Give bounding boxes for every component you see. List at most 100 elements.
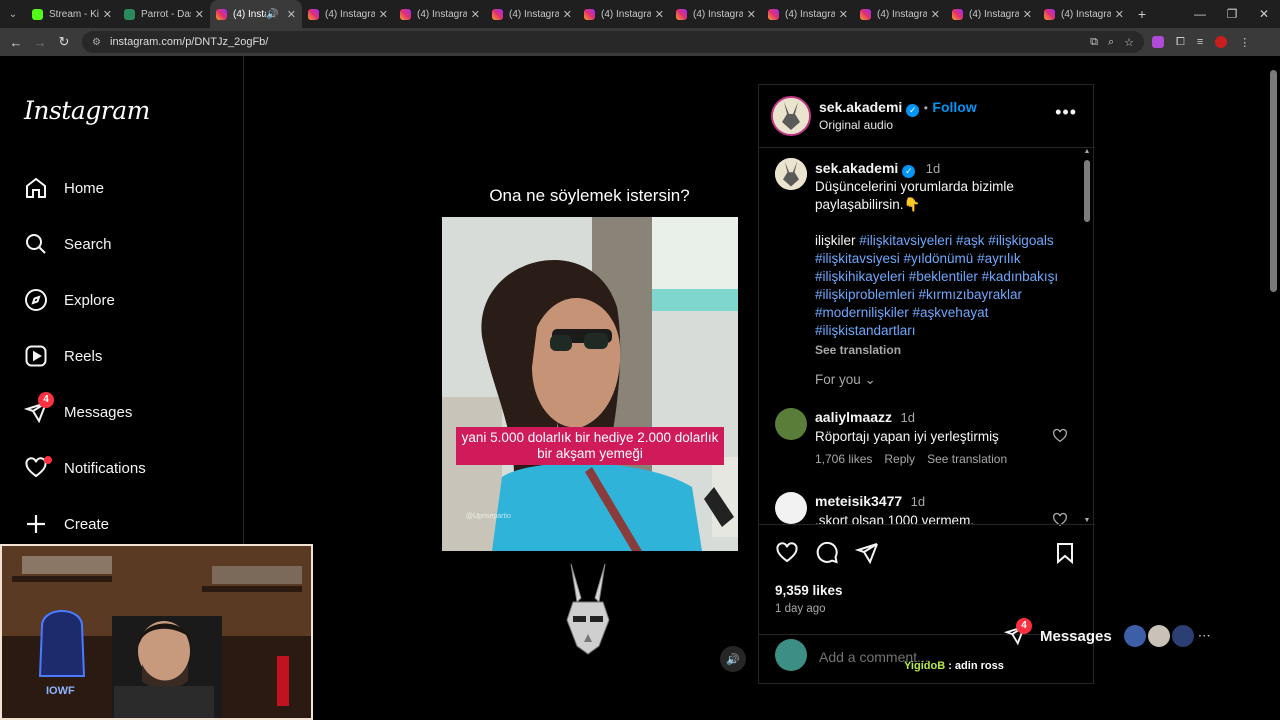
browser-tab-active[interactable]: (4) Instag 🔊 ✕ (210, 0, 302, 28)
page-scrollbar-thumb[interactable] (1270, 70, 1277, 292)
minimize-icon[interactable]: — (1184, 0, 1216, 28)
page-scrollbar[interactable] (1268, 56, 1280, 720)
post-header: sek.akademi ✓ • Follow Original audio ••• (759, 84, 1095, 148)
window-controls: — ❐ ✕ (1184, 0, 1280, 28)
comment-see-translation[interactable]: See translation (927, 452, 1007, 466)
close-icon[interactable]: ✕ (379, 8, 388, 21)
browser-tab[interactable]: (4) Instagram✕ (762, 0, 854, 28)
zoom-icon[interactable]: ⌕ (1108, 36, 1114, 49)
forward-icon[interactable]: → (28, 35, 52, 50)
scrollbar-thumb[interactable] (1084, 160, 1090, 222)
browser-tab-kick[interactable]: Stream - Kick ✕ (26, 0, 118, 28)
reel-video[interactable]: Ona ne söylemek istersin? yani 5.000 dol… (421, 84, 758, 684)
sidebar-item-home[interactable]: Home (24, 170, 104, 206)
close-icon[interactable]: ✕ (471, 8, 480, 21)
rabbit-logo-icon (566, 563, 610, 655)
extensions-puzzle-icon[interactable]: ⧠ (1176, 36, 1185, 49)
scroll-down-icon[interactable]: ▼ (1083, 517, 1091, 524)
extension-icon[interactable] (1152, 36, 1164, 48)
sidebar-item-notifications[interactable]: Notifications (24, 450, 146, 486)
post-likes-count[interactable]: 9,359 likes (775, 583, 843, 598)
sidebar-item-messages[interactable]: 4 Messages (24, 392, 133, 430)
close-window-icon[interactable]: ✕ (1248, 0, 1280, 28)
browser-tab[interactable]: (4) Instagram✕ (394, 0, 486, 28)
close-icon[interactable]: ✕ (931, 8, 940, 21)
comments-scrollbar[interactable]: ▲ ▼ (1083, 148, 1091, 524)
comment-username[interactable]: meteisik3477 (815, 493, 902, 509)
hashtag-list[interactable]: #ilişkitavsiyeleri #aşk #ilişkigoals #il… (815, 233, 1058, 338)
browser-menu-icon[interactable]: ⋮ (1239, 36, 1250, 49)
close-icon[interactable]: ✕ (195, 8, 204, 21)
for-you-dropdown[interactable]: For you ⌄ (815, 372, 876, 388)
browser-tab[interactable]: (4) Instagram✕ (946, 0, 1038, 28)
close-icon[interactable]: ✕ (747, 8, 756, 21)
comment-avatar[interactable] (775, 408, 807, 440)
sidebar-item-reels[interactable]: Reels (24, 338, 102, 374)
browser-tab-parrot[interactable]: Parrot - Dash ✕ (118, 0, 210, 28)
tab-search-icon[interactable]: ⌄ (0, 0, 26, 28)
conversation-avatar (1123, 625, 1146, 647)
comment-like-heart-icon[interactable] (1052, 428, 1068, 444)
browser-tab[interactable]: (4) Instagram✕ (486, 0, 578, 28)
new-tab-button[interactable]: + (1130, 6, 1154, 22)
share-icon[interactable] (855, 541, 879, 565)
close-icon[interactable]: ✕ (839, 8, 848, 21)
sidebar-item-search[interactable]: Search (24, 226, 112, 262)
comment-username[interactable]: aaliylmaazz (815, 409, 892, 425)
notification-dot (44, 456, 52, 464)
caption-username[interactable]: sek.akademi (815, 160, 898, 176)
author-avatar[interactable] (771, 96, 811, 136)
url-text: instagram.com/p/DNTJz_2ogFb/ (110, 36, 269, 48)
close-icon[interactable]: ✕ (655, 8, 664, 21)
site-info-icon[interactable]: ⚙ (92, 37, 104, 48)
sidebar-item-explore[interactable]: Explore (24, 282, 115, 318)
close-icon[interactable]: ✕ (1115, 8, 1124, 21)
browser-tab[interactable]: (4) Instagram✕ (578, 0, 670, 28)
save-bookmark-icon[interactable] (1053, 541, 1077, 565)
header-title-row: sek.akademi ✓ • Follow (819, 99, 977, 117)
for-you-label: For you (815, 372, 861, 387)
caption-see-translation[interactable]: See translation (815, 341, 1070, 359)
original-audio-link[interactable]: Original audio (819, 118, 893, 132)
video-watermark: @Uprisepartio (466, 513, 511, 520)
verified-badge-icon: ✓ (906, 104, 920, 117)
sidebar-item-label: Messages (64, 403, 133, 421)
audio-toggle-button[interactable]: 🔊 (720, 646, 746, 672)
media-control-icon[interactable]: ≡ (1197, 36, 1203, 48)
close-icon[interactable]: ✕ (103, 8, 112, 21)
close-icon[interactable]: ✕ (1023, 8, 1032, 21)
sidebar-item-create[interactable]: Create (24, 506, 109, 542)
browser-tab[interactable]: (4) Instagram✕ (1038, 0, 1130, 28)
back-icon[interactable]: ← (4, 35, 28, 50)
comment-bubble-icon[interactable] (815, 541, 839, 565)
url-bar[interactable]: ⚙ instagram.com/p/DNTJz_2ogFb/ ⧉ ⌕ ☆ (82, 31, 1144, 53)
comment-item: aaliylmaazz 1d Röportajı yapan iyi yerle… (815, 409, 1055, 466)
like-heart-icon[interactable] (775, 541, 799, 565)
close-icon[interactable]: ✕ (287, 8, 296, 21)
bookmark-star-icon[interactable]: ☆ (1124, 36, 1134, 49)
follow-button[interactable]: Follow (932, 99, 976, 115)
browser-tab[interactable]: (4) Instagram✕ (302, 0, 394, 28)
caption-author-avatar[interactable] (775, 158, 807, 190)
comment-meta: 1,706 likes Reply See translation (815, 452, 1055, 466)
reload-icon[interactable]: ↻ (52, 34, 76, 50)
messages-pill[interactable]: 4 Messages ⋯ (998, 614, 1226, 658)
instagram-icon (400, 8, 411, 20)
install-app-icon[interactable]: ⧉ (1090, 36, 1098, 49)
comment-reply-button[interactable]: Reply (884, 452, 915, 466)
speaker-icon[interactable]: 🔊 (266, 9, 278, 20)
comment-avatar[interactable] (775, 492, 807, 524)
current-user-avatar[interactable] (775, 639, 807, 671)
browser-tab[interactable]: (4) Instagram✕ (670, 0, 762, 28)
author-username[interactable]: sek.akademi (819, 99, 902, 115)
video-frame[interactable]: yani 5.000 dolarlık bir hediye 2.000 dol… (442, 217, 738, 551)
restore-icon[interactable]: ❐ (1216, 0, 1248, 28)
comment-likes[interactable]: 1,706 likes (815, 452, 872, 466)
more-options-icon[interactable]: ••• (1055, 102, 1077, 123)
close-icon[interactable]: ✕ (563, 8, 572, 21)
scroll-up-icon[interactable]: ▲ (1083, 148, 1091, 155)
profile-avatar-icon[interactable] (1215, 36, 1228, 48)
sidebar-item-label: Notifications (64, 459, 146, 477)
browser-tab[interactable]: (4) Instagram✕ (854, 0, 946, 28)
instagram-logo[interactable]: Instagram (24, 96, 150, 125)
